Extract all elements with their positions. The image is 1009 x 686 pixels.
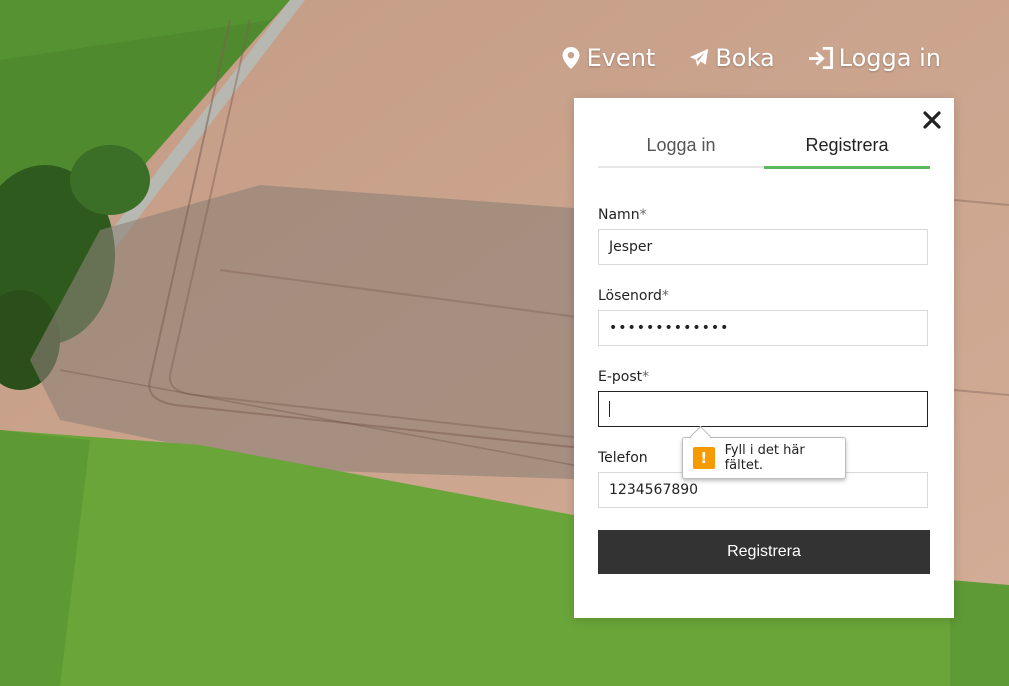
- text-caret: [609, 401, 610, 417]
- tab-register[interactable]: Registrera: [764, 124, 930, 169]
- register-submit-button[interactable]: Registrera: [598, 530, 930, 574]
- email-label: E-post*: [598, 369, 649, 385]
- phone-label-text: Telefon: [598, 450, 648, 466]
- validation-tooltip: ! Fyll i det här fältet.: [682, 437, 846, 479]
- auth-tabs: Logga in Registrera: [598, 124, 930, 169]
- warning-icon: !: [693, 447, 715, 469]
- required-mark: *: [642, 369, 650, 385]
- sign-in-icon: [808, 47, 833, 69]
- nav-login-label: Logga in: [838, 44, 941, 72]
- password-input-value: •••••••••••••: [609, 320, 730, 336]
- tab-login[interactable]: Logga in: [598, 124, 764, 166]
- nav-boka-link[interactable]: Boka: [689, 44, 775, 72]
- password-label: Lösenord*: [598, 288, 669, 304]
- validation-message: Fyll i det här fältet.: [724, 443, 805, 473]
- email-label-text: E-post: [598, 369, 643, 385]
- password-label-text: Lösenord: [598, 288, 662, 304]
- nav-boka-label: Boka: [715, 44, 775, 72]
- nav-event-link[interactable]: Event: [561, 44, 656, 72]
- password-input[interactable]: •••••••••••••: [598, 310, 928, 346]
- name-input-value: Jesper: [609, 239, 653, 255]
- name-label-text: Namn: [598, 207, 640, 223]
- required-mark: *: [661, 288, 669, 304]
- map-marker-icon: [562, 47, 580, 69]
- name-label: Namn*: [598, 207, 647, 223]
- phone-input-value: 1234567890: [609, 482, 699, 498]
- email-input[interactable]: [598, 391, 928, 427]
- name-input[interactable]: Jesper: [598, 229, 928, 265]
- nav-login-link[interactable]: Logga in: [808, 44, 941, 72]
- register-modal: Logga in Registrera Namn* Jesper Lösenor…: [574, 98, 954, 618]
- required-mark: *: [639, 207, 647, 223]
- paper-plane-icon: [690, 48, 709, 67]
- nav-event-label: Event: [586, 44, 656, 72]
- top-nav: Event Boka Logga in: [561, 44, 941, 72]
- phone-label: Telefon: [598, 450, 648, 466]
